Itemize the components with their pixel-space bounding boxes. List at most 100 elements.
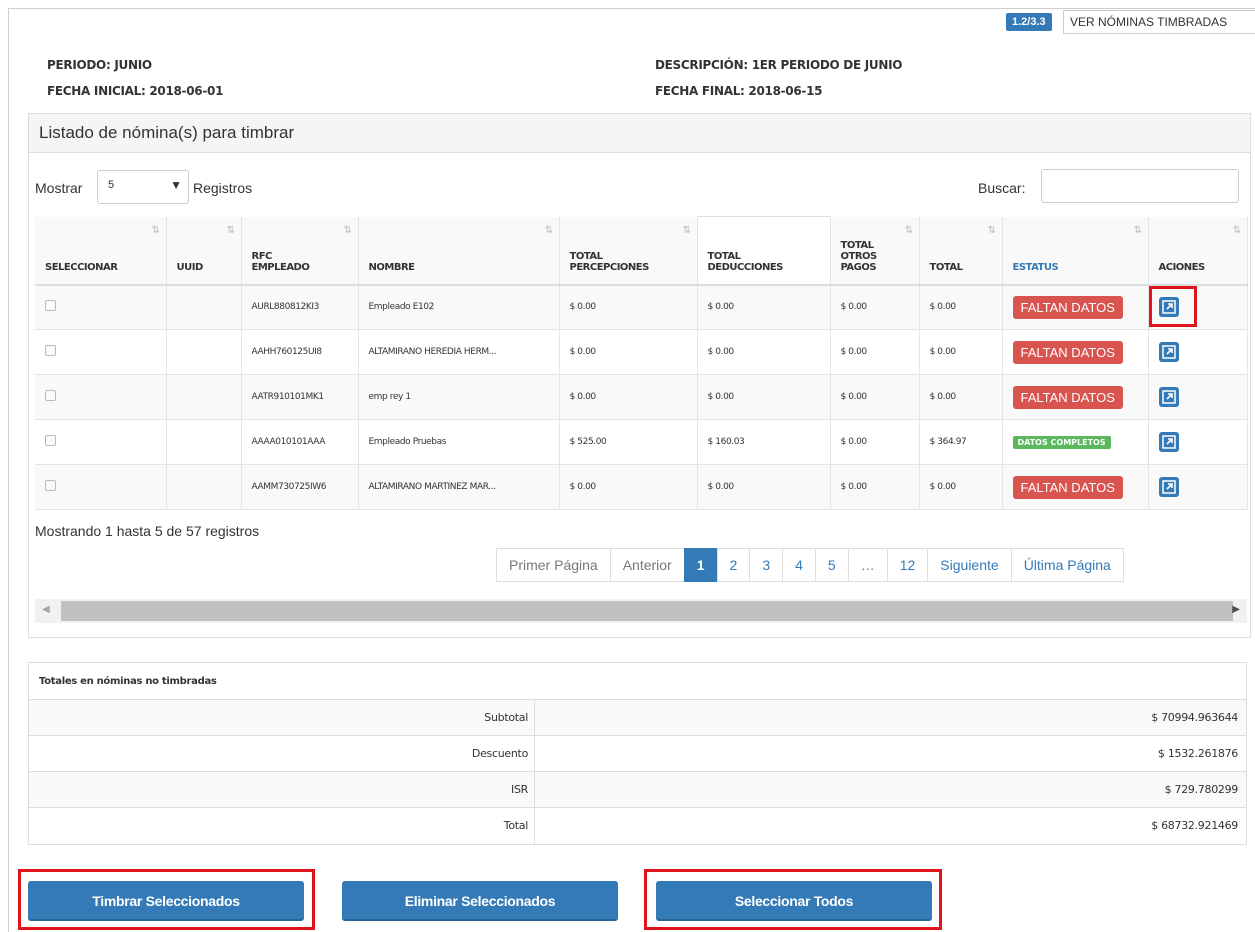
page-button-4[interactable]: 4	[782, 548, 816, 582]
totals-panel: Totales en nóminas no timbradas Subtotal…	[28, 662, 1247, 845]
caret-down-icon: ▼	[170, 178, 182, 192]
highlight-box-stamp	[18, 869, 315, 930]
external-link-icon	[1161, 435, 1176, 449]
page-button-5[interactable]: 5	[814, 548, 849, 582]
first-page-button[interactable]: Primer Página	[496, 548, 611, 582]
period-label: PERIODO: JUNIO	[47, 58, 152, 72]
isr-label: ISR	[29, 772, 535, 807]
start-date-label: FECHA INICIAL: 2018-06-01	[47, 84, 224, 98]
deducciones-cell: $ 0.00	[697, 284, 831, 330]
last-page-button[interactable]: Última Página	[1010, 548, 1124, 582]
uuid-cell	[166, 419, 242, 465]
row-checkbox[interactable]	[45, 435, 56, 446]
col-percepciones[interactable]: ⇅ TOTAL PERCEPCIONES	[559, 216, 698, 286]
edit-action-button[interactable]	[1158, 432, 1179, 452]
show-label: Mostrar	[35, 180, 83, 196]
nombre-cell: ALTAMIRANO MARTINEZ MAR...	[358, 464, 560, 510]
payroll-table: ⇅ SELECCIONAR ⇅ UUID ⇅ RFC EMPLEADO ⇅ NOMBRE …	[35, 216, 1248, 510]
deducciones-cell: $ 0.00	[697, 374, 831, 420]
table-header-row: ⇅ SELECCIONAR ⇅ UUID ⇅ RFC EMPLEADO ⇅ NOMBRE …	[35, 216, 1248, 286]
rfc-cell: AURL880812KI3	[241, 284, 359, 330]
records-info: Mostrando 1 hasta 5 de 57 registros	[35, 523, 260, 539]
page-size-select[interactable]: 5 ▼	[97, 170, 189, 204]
subtotal-label: Subtotal	[29, 700, 535, 735]
deducciones-cell: $ 0.00	[697, 464, 831, 510]
highlight-box-select-all	[644, 869, 942, 930]
row-checkbox[interactable]	[45, 390, 56, 401]
rfc-cell: AAHH760125UI8	[241, 329, 359, 375]
scroll-right-icon[interactable]: ▶	[1232, 604, 1240, 615]
otros-pagos-cell: $ 0.00	[830, 374, 920, 420]
totals-row-isr: ISR $ 729.780299	[29, 772, 1246, 808]
scroll-left-icon[interactable]: ◀	[42, 604, 50, 615]
row-checkbox[interactable]	[45, 480, 56, 491]
status-badge: DATOS COMPLETOS	[1012, 435, 1111, 449]
description-label: DESCRIPCIÓN: 1ER PERIODO DE JUNIO	[655, 58, 903, 72]
search-input[interactable]	[1041, 169, 1239, 203]
table-row: AURL880812KI3 Empleado E102 $ 0.00 $ 0.0…	[35, 284, 1248, 330]
external-link-icon	[1161, 480, 1176, 494]
page-button-12[interactable]: 12	[886, 548, 929, 582]
delete-selected-button[interactable]: Eliminar Seleccionados	[342, 881, 618, 921]
otros-pagos-cell: $ 0.00	[830, 464, 920, 510]
page-button-3[interactable]: 3	[749, 548, 784, 582]
nombre-cell: Empleado Pruebas	[358, 419, 560, 465]
total-label: Total	[29, 808, 535, 844]
percepciones-cell: $ 0.00	[559, 464, 698, 510]
next-page-button[interactable]: Siguiente	[927, 548, 1012, 582]
col-total[interactable]: ⇅ TOTAL	[919, 216, 1003, 286]
uuid-cell	[166, 374, 242, 420]
totals-title: Totales en nóminas no timbradas	[29, 663, 1246, 700]
edit-action-button[interactable]	[1158, 387, 1179, 407]
panel-title: Listado de nómina(s) para timbrar	[29, 114, 1250, 153]
totals-row-subtotal: Subtotal $ 70994.963644	[29, 700, 1246, 736]
rfc-cell: AATR910101MK1	[241, 374, 359, 420]
percepciones-cell: $ 0.00	[559, 329, 698, 375]
nombre-cell: ALTAMIRANO HEREDIA HERM...	[358, 329, 560, 375]
table-row: AAHH760125UI8 ALTAMIRANO HEREDIA HERM...…	[35, 329, 1248, 375]
col-deducciones[interactable]: TOTAL DEDUCCIONES	[696, 216, 831, 286]
totals-row-descuento: Descuento $ 1532.261876	[29, 736, 1246, 772]
external-link-icon	[1161, 390, 1176, 404]
view-stamped-payrolls-button[interactable]: VER NÓMINAS TIMBRADAS	[1063, 10, 1255, 34]
deducciones-cell: $ 160.03	[697, 419, 831, 465]
col-rfc[interactable]: ⇅ RFC EMPLEADO	[241, 216, 359, 286]
sort-icon: ⇅	[544, 224, 553, 236]
row-checkbox[interactable]	[45, 345, 56, 356]
horizontal-scrollbar[interactable]: ◀ ▶	[35, 599, 1247, 623]
page-ellipsis: …	[847, 548, 888, 582]
search-label: Buscar:	[978, 180, 1026, 196]
page-button-2[interactable]: 2	[716, 548, 751, 582]
subtotal-value: $ 70994.963644	[1151, 711, 1238, 724]
col-nombre[interactable]: ⇅ NOMBRE	[358, 216, 560, 286]
descuento-value: $ 1532.261876	[1157, 747, 1238, 760]
edit-action-button[interactable]	[1158, 342, 1179, 362]
pagination: Primer Página Anterior 1 2 3 4 5 … 12 Si…	[496, 548, 1124, 582]
col-uuid[interactable]: ⇅ UUID	[166, 216, 242, 286]
table-row: AAMM730725IW6 ALTAMIRANO MARTINEZ MAR...…	[35, 464, 1248, 510]
col-estatus[interactable]: ⇅ ESTATUS	[1002, 216, 1149, 286]
previous-page-button[interactable]: Anterior	[609, 548, 685, 582]
highlight-box-action	[1149, 286, 1197, 327]
edit-action-button[interactable]	[1158, 477, 1179, 497]
col-acciones[interactable]: ⇅ ACIONES	[1148, 216, 1248, 286]
deducciones-cell: $ 0.00	[697, 329, 831, 375]
col-otros-pagos[interactable]: ⇅ TOTAL OTROS PAGOS	[830, 216, 920, 286]
total-cell: $ 0.00	[919, 464, 1003, 510]
end-date-label: FECHA FINAL: 2018-06-15	[655, 84, 823, 98]
descuento-label: Descuento	[29, 736, 535, 771]
row-checkbox[interactable]	[45, 300, 56, 312]
scrollbar-thumb[interactable]	[61, 601, 1233, 621]
otros-pagos-cell: $ 0.00	[830, 419, 920, 465]
page-button-1[interactable]: 1	[683, 548, 718, 582]
sort-asc-icon: ⇅	[151, 224, 160, 236]
nombre-cell: emp rey 1	[358, 374, 560, 420]
version-badge: 1.2/3.3	[1006, 13, 1052, 31]
col-seleccionar[interactable]: ⇅ SELECCIONAR	[35, 216, 167, 286]
rfc-cell: AAMM730725IW6	[241, 464, 359, 510]
status-badge: FALTAN DATOS	[1012, 475, 1123, 499]
status-badge: FALTAN DATOS	[1012, 295, 1123, 319]
sort-icon: ⇅	[226, 224, 235, 236]
frame-left-border	[8, 8, 9, 932]
total-value: $ 68732.921469	[1151, 819, 1238, 832]
